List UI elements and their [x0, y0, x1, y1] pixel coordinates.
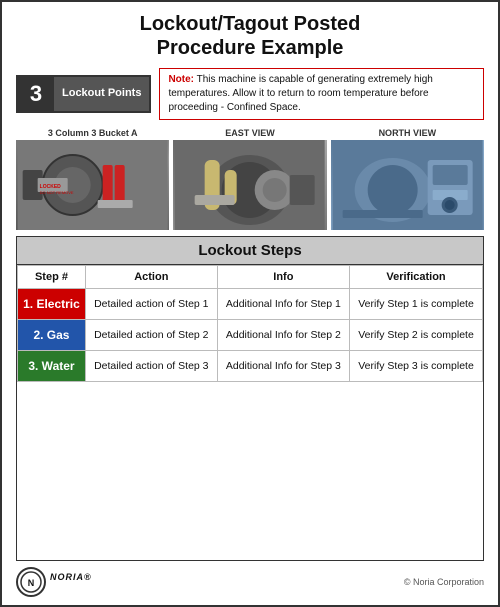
image-label-2: EAST VIEW [225, 128, 275, 138]
steps-header: Lockout Steps [17, 237, 483, 265]
table-row: 1. ElectricDetailed action of Step 1Addi… [18, 289, 483, 320]
step-cell-1: 1. Electric [18, 289, 86, 320]
svg-text:DO NOT REMOVE: DO NOT REMOVE [40, 190, 74, 195]
col-header-step: Step # [18, 266, 86, 289]
verification-cell-3: Verify Step 3 is complete [350, 351, 483, 382]
info-cell-3: Additional Info for Step 3 [217, 351, 349, 382]
col-header-verification: Verification [350, 266, 483, 289]
page-title: Lockout/Tagout Posted Procedure Example [16, 12, 484, 60]
info-cell-2: Additional Info for Step 2 [217, 320, 349, 351]
col-header-action: Action [85, 266, 217, 289]
lockout-badge: 3 Lockout Points [16, 75, 151, 113]
lockout-table: Step # Action Info Verification 1. Elect… [17, 265, 483, 382]
footer: N NORIA® © Noria Corporation [16, 561, 484, 597]
image-label-3: NORTH VIEW [379, 128, 437, 138]
info-cell-1: Additional Info for Step 1 [217, 289, 349, 320]
table-row: 3. WaterDetailed action of Step 3Additio… [18, 351, 483, 382]
lockout-number: 3 [18, 77, 54, 111]
images-row: 3 Column 3 Bucket A LOCKED DO NOT REMOVE [16, 128, 484, 230]
step-cell-3: 3. Water [18, 351, 86, 382]
table-row: 2. GasDetailed action of Step 2Additiona… [18, 320, 483, 351]
note-box: Note: This machine is capable of generat… [159, 68, 484, 120]
note-label: Note: [168, 74, 194, 85]
page-container: Lockout/Tagout Posted Procedure Example … [0, 0, 500, 607]
svg-text:N: N [28, 578, 35, 588]
lockout-row: 3 Lockout Points Note: This machine is c… [16, 68, 484, 120]
logo-text: NORIA® [50, 572, 92, 591]
logo-area: N NORIA® [16, 567, 92, 597]
machine-image-2 [173, 140, 326, 230]
image-block-2: EAST VIEW [173, 128, 326, 230]
action-cell-1: Detailed action of Step 1 [85, 289, 217, 320]
machine-image-3 [331, 140, 484, 230]
image-block-1: 3 Column 3 Bucket A LOCKED DO NOT REMOVE [16, 128, 169, 230]
logo-icon: N [16, 567, 46, 597]
image-label-1: 3 Column 3 Bucket A [48, 128, 138, 138]
action-cell-2: Detailed action of Step 2 [85, 320, 217, 351]
verification-cell-2: Verify Step 2 is complete [350, 320, 483, 351]
lockout-label: Lockout Points [54, 77, 149, 111]
image-block-3: NORTH VIEW [331, 128, 484, 230]
steps-section: Lockout Steps Step # Action Info Verific… [16, 236, 484, 561]
verification-cell-1: Verify Step 1 is complete [350, 289, 483, 320]
note-text: This machine is capable of generating ex… [168, 74, 432, 113]
copyright-text: © Noria Corporation [404, 577, 484, 587]
machine-image-1: LOCKED DO NOT REMOVE [16, 140, 169, 230]
action-cell-3: Detailed action of Step 3 [85, 351, 217, 382]
step-cell-2: 2. Gas [18, 320, 86, 351]
col-header-info: Info [217, 266, 349, 289]
table-wrapper: Step # Action Info Verification 1. Elect… [17, 265, 483, 382]
